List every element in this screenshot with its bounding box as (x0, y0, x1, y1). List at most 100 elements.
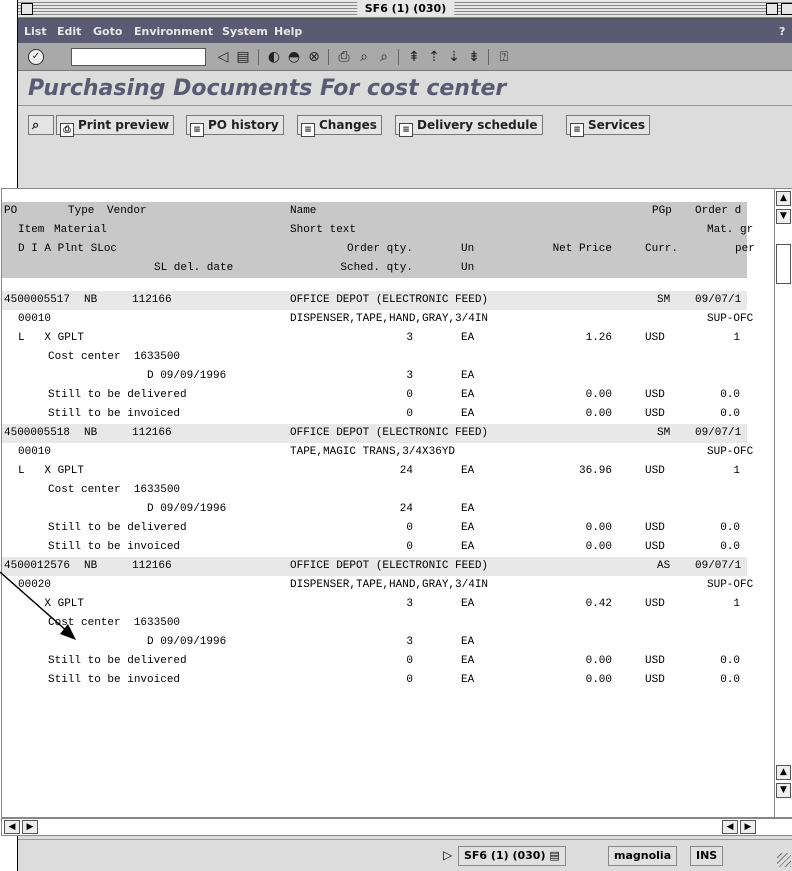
exit-icon[interactable]: ◓ (286, 49, 302, 65)
help-icon[interactable]: ⍰ (496, 49, 512, 65)
cancel-icon[interactable]: ⊗ (306, 49, 322, 65)
po-number: 4500005517 (4, 294, 71, 306)
scroll-left-icon[interactable]: ◀ (4, 820, 20, 834)
deliv-amount: 0.00 (585, 655, 612, 667)
scroll-left-icon[interactable]: ◀ (722, 820, 738, 834)
status-session: SF6 (1) (030) ▤ (458, 846, 566, 866)
list-icon: ≡ (399, 123, 413, 137)
find-icon[interactable]: ⌕ (356, 49, 372, 65)
item-row[interactable]: 00010 DISPENSER,TAPE,HAND,GRAY,3/4IN SUP-O… (2, 310, 753, 329)
item-short-text: TAPE,MAGIC TRANS,3/4X36YD (290, 446, 456, 458)
command-field[interactable] (71, 48, 206, 66)
item-net-price: 0.42 (585, 598, 612, 610)
to-be-delivered-row[interactable]: Still to be delivered 0 EA 0.00 USD 0.0 (2, 652, 747, 671)
item-detail-row[interactable]: L X GPLT 3 EA 1.26 USD 1 (2, 329, 747, 348)
application-toolbar: ⌕ ⎙ Print preview ≡ PO history ≡ Changes ≡ D… (18, 108, 792, 140)
menu-help[interactable]: Help (274, 25, 302, 38)
first-page-icon[interactable]: ⇞ (406, 49, 422, 65)
detail-button[interactable]: ⌕ (28, 115, 54, 135)
services-button[interactable]: ≡ Services (566, 115, 651, 137)
item-detail-row[interactable]: L X GPLT 24 EA 36.96 USD 1 (2, 462, 747, 481)
cost-center-row[interactable]: Cost center 1633500 (2, 614, 747, 633)
status-arrow-icon[interactable]: ▷ (438, 846, 457, 866)
menu-environment[interactable]: Environment (134, 25, 213, 38)
deliv-per: 0.0 (720, 655, 740, 667)
po-vendor: 112166 (132, 294, 172, 306)
session-menu-icon[interactable]: ▤ (549, 849, 559, 862)
collapse-box-icon[interactable] (781, 3, 792, 15)
inv-amount: 0.00 (585, 674, 612, 686)
po-row[interactable]: 4500012576 NB 112166 OFFICE DEPOT (ELECTRON… (2, 557, 747, 576)
inv-qty: 0 (406, 541, 413, 553)
status-bar: ▷ SF6 (1) (030) ▤ magnolia INS (18, 839, 792, 869)
print-preview-button[interactable]: ⎙ Print preview (56, 115, 175, 137)
scroll-down-icon[interactable]: ▼ (776, 783, 791, 798)
scroll-right-icon[interactable]: ▶ (22, 820, 38, 834)
cost-center: Cost center 1633500 (48, 351, 181, 363)
resize-grip-icon[interactable] (777, 853, 791, 867)
po-name: OFFICE DEPOT (ELECTRONIC FEED) (290, 294, 489, 306)
print-icon[interactable]: ⎙ (336, 49, 352, 65)
scroll-right-icon[interactable]: ▶ (740, 820, 756, 834)
scroll-up-icon[interactable]: ▲ (776, 765, 791, 780)
schedule-qty: 24 (399, 503, 413, 515)
menu-goto[interactable]: Goto (93, 25, 122, 38)
deliv-label: Still to be delivered (48, 389, 187, 401)
close-box-icon[interactable] (21, 3, 33, 15)
schedule-line: D 09/09/1996 (147, 370, 227, 382)
header-row[interactable]: D I A Plnt SLoc Order qty. Un Net Price Curr… (2, 240, 755, 259)
po-name: OFFICE DEPOT (ELECTRONIC FEED) (290, 427, 489, 439)
deliv-label: Still to be delivered (48, 522, 187, 534)
item-detail-row[interactable]: X GPLT 3 EA 0.42 USD 1 (2, 595, 747, 614)
vertical-scrollbar[interactable]: ▲ ▼ ▲ ▼ (774, 189, 792, 817)
to-be-invoiced-row[interactable]: Still to be invoiced 0 EA 0.00 USD 0.0 (2, 671, 747, 690)
scroll-down-icon[interactable]: ▼ (776, 209, 791, 224)
menu-system[interactable]: System (222, 25, 268, 38)
prev-page-icon[interactable]: ⇡ (426, 49, 442, 65)
back-icon[interactable]: ◁ (215, 49, 231, 65)
next-page-icon[interactable]: ⇣ (446, 49, 462, 65)
item-row[interactable]: 00010 TAPE,MAGIC TRANS,3/4X36YD SUP-OFC (2, 443, 753, 462)
to-be-delivered-row[interactable]: Still to be delivered 0 EA 0.00 USD 0.0 (2, 386, 747, 405)
inv-label: Still to be invoiced (48, 541, 181, 553)
deliv-per: 0.0 (720, 522, 740, 534)
cost-center-row[interactable]: Cost center 1633500 (2, 481, 747, 500)
find-next-icon[interactable]: ⌕ (376, 49, 392, 65)
po-history-button[interactable]: ≡ PO history (186, 115, 284, 137)
item-row[interactable]: 00020 DISPENSER,TAPE,HAND,GRAY,3/4IN SUP-O… (2, 576, 753, 595)
cost-center-row[interactable]: Cost center 1633500 (2, 348, 747, 367)
deliv-unit: EA (461, 655, 475, 667)
item-order-qty: 3 (406, 332, 413, 344)
to-be-invoiced-row[interactable]: Still to be invoiced 0 EA 0.00 USD 0.0 (2, 538, 747, 557)
scroll-thumb[interactable] (776, 244, 791, 284)
enter-icon[interactable]: ✓ (28, 49, 44, 65)
header-row[interactable]: SL del. date Sched. qty. Un (2, 259, 747, 278)
scroll-up-icon[interactable]: ▲ (776, 191, 791, 206)
header-row[interactable]: PO Type Vendor Name PGp Order d (2, 202, 747, 221)
schedule-row[interactable]: D 09/09/1996 3 EA (2, 633, 747, 652)
header-row[interactable]: Item Material Short text Mat. gr (2, 221, 753, 240)
last-page-icon[interactable]: ⇟ (466, 49, 482, 65)
schedule-row[interactable]: D 09/09/1996 3 EA (2, 367, 747, 386)
delivery-schedule-button[interactable]: ≡ Delivery schedule (395, 115, 543, 137)
po-row[interactable]: 4500005517 NB 112166 OFFICE DEPOT (ELECTRON… (2, 291, 747, 310)
menu-list[interactable]: List (24, 25, 47, 38)
item-curr: USD (645, 465, 665, 477)
po-row[interactable]: 4500005518 NB 112166 OFFICE DEPOT (ELECTRON… (2, 424, 747, 443)
title-bar[interactable]: SF6 (1) (030) (18, 0, 792, 19)
menu-edit[interactable]: Edit (57, 25, 81, 38)
to-be-invoiced-row[interactable]: Still to be invoiced 0 EA 0.00 USD 0.0 (2, 405, 747, 424)
changes-button[interactable]: ≡ Changes (297, 115, 382, 137)
horizontal-scrollbar[interactable]: ◀ ▶ ◀ ▶ (1, 818, 792, 836)
zoom-box-icon[interactable] (766, 3, 778, 15)
schedule-row[interactable]: D 09/09/1996 24 EA (2, 500, 747, 519)
menu-help-marker[interactable]: ? (779, 25, 785, 38)
to-be-delivered-row[interactable]: Still to be delivered 0 EA 0.00 USD 0.0 (2, 519, 747, 538)
back-nav-icon[interactable]: ◐ (266, 49, 282, 65)
save-icon[interactable]: ▤ (235, 49, 251, 65)
sap-window: SF6 (1) (030) List Edit Goto Environment… (1, 0, 792, 871)
item-curr: USD (645, 332, 665, 344)
col-material: Material (54, 224, 107, 236)
col-short-text: Short text (290, 224, 357, 236)
inv-amount: 0.00 (585, 408, 612, 420)
